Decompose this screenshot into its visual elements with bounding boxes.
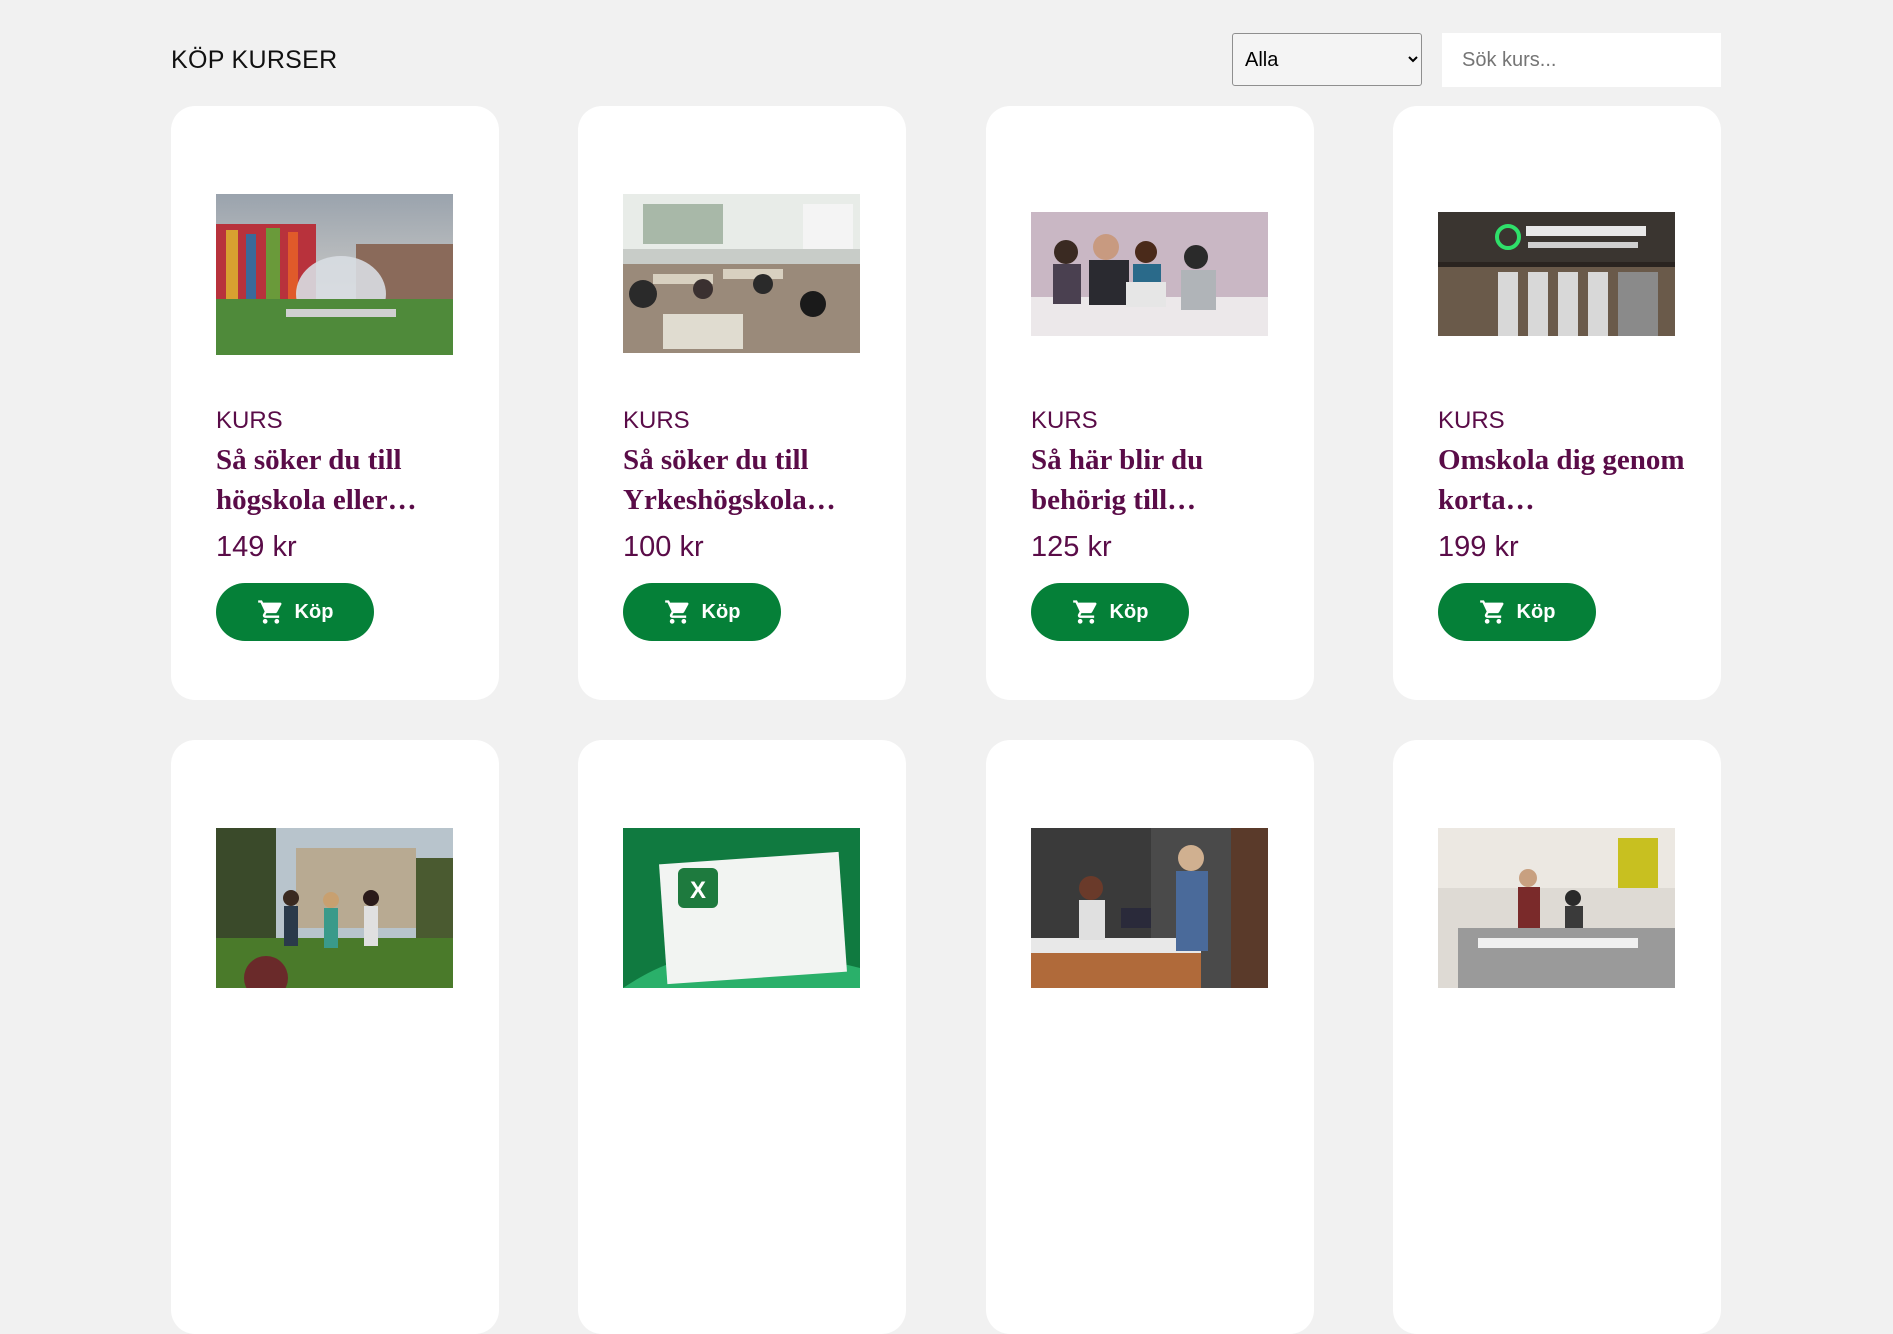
course-kind-label: KURS	[623, 407, 690, 434]
course-kind-label: KURS	[1438, 407, 1505, 434]
course-image	[1031, 212, 1268, 336]
course-card: KURS Så söker du till högskola eller… 14…	[171, 106, 499, 700]
course-title[interactable]: Så här blir du behörig till…	[1031, 440, 1281, 520]
shopping-cart-icon	[1072, 600, 1097, 624]
buy-button-label: Köp	[1516, 600, 1556, 623]
course-image: X	[623, 828, 860, 988]
course-image	[1438, 212, 1675, 336]
buy-button[interactable]: Köp	[216, 583, 374, 641]
shopping-cart-icon	[664, 600, 689, 624]
course-kind-label: KURS	[216, 407, 283, 434]
course-card: KURS Omskola dig genom korta… 199 kr Köp	[1393, 106, 1721, 700]
page-title: KÖP KURSER	[171, 46, 338, 74]
course-image	[216, 194, 453, 355]
course-price: 149 kr	[216, 531, 297, 563]
course-card: KURS Så här blir du behörig till… 125 kr…	[986, 106, 1314, 700]
shopping-cart-icon	[257, 600, 282, 624]
buy-button-label: Köp	[701, 600, 741, 623]
course-title[interactable]: Omskola dig genom korta…	[1438, 440, 1688, 520]
course-card: KURS Så söker du till Yrkeshögskola… 100…	[578, 106, 906, 700]
course-search-input[interactable]	[1442, 33, 1721, 87]
buy-button[interactable]: Köp	[1031, 583, 1189, 641]
course-price: 125 kr	[1031, 531, 1112, 563]
course-price: 100 kr	[623, 531, 704, 563]
course-title[interactable]: Så söker du till högskola eller…	[216, 440, 466, 520]
buy-button[interactable]: Köp	[1438, 583, 1596, 641]
category-filter-select[interactable]: Alla	[1232, 33, 1422, 86]
page-header: KÖP KURSER Alla	[171, 32, 1721, 88]
course-card	[1393, 740, 1721, 1334]
course-image	[623, 194, 860, 353]
course-kind-label: KURS	[1031, 407, 1098, 434]
svg-text:X: X	[690, 877, 706, 904]
course-card	[171, 740, 499, 1334]
buy-button-label: Köp	[294, 600, 334, 623]
shopping-cart-icon	[1479, 600, 1504, 624]
buy-button[interactable]: Köp	[623, 583, 781, 641]
course-title[interactable]: Så söker du till Yrkeshögskola…	[623, 440, 873, 520]
buy-button-label: Köp	[1109, 600, 1149, 623]
course-image	[1031, 828, 1268, 988]
course-card: X	[578, 740, 906, 1334]
course-image	[216, 828, 453, 988]
course-price: 199 kr	[1438, 531, 1519, 563]
course-image	[1438, 828, 1675, 988]
course-card	[986, 740, 1314, 1334]
